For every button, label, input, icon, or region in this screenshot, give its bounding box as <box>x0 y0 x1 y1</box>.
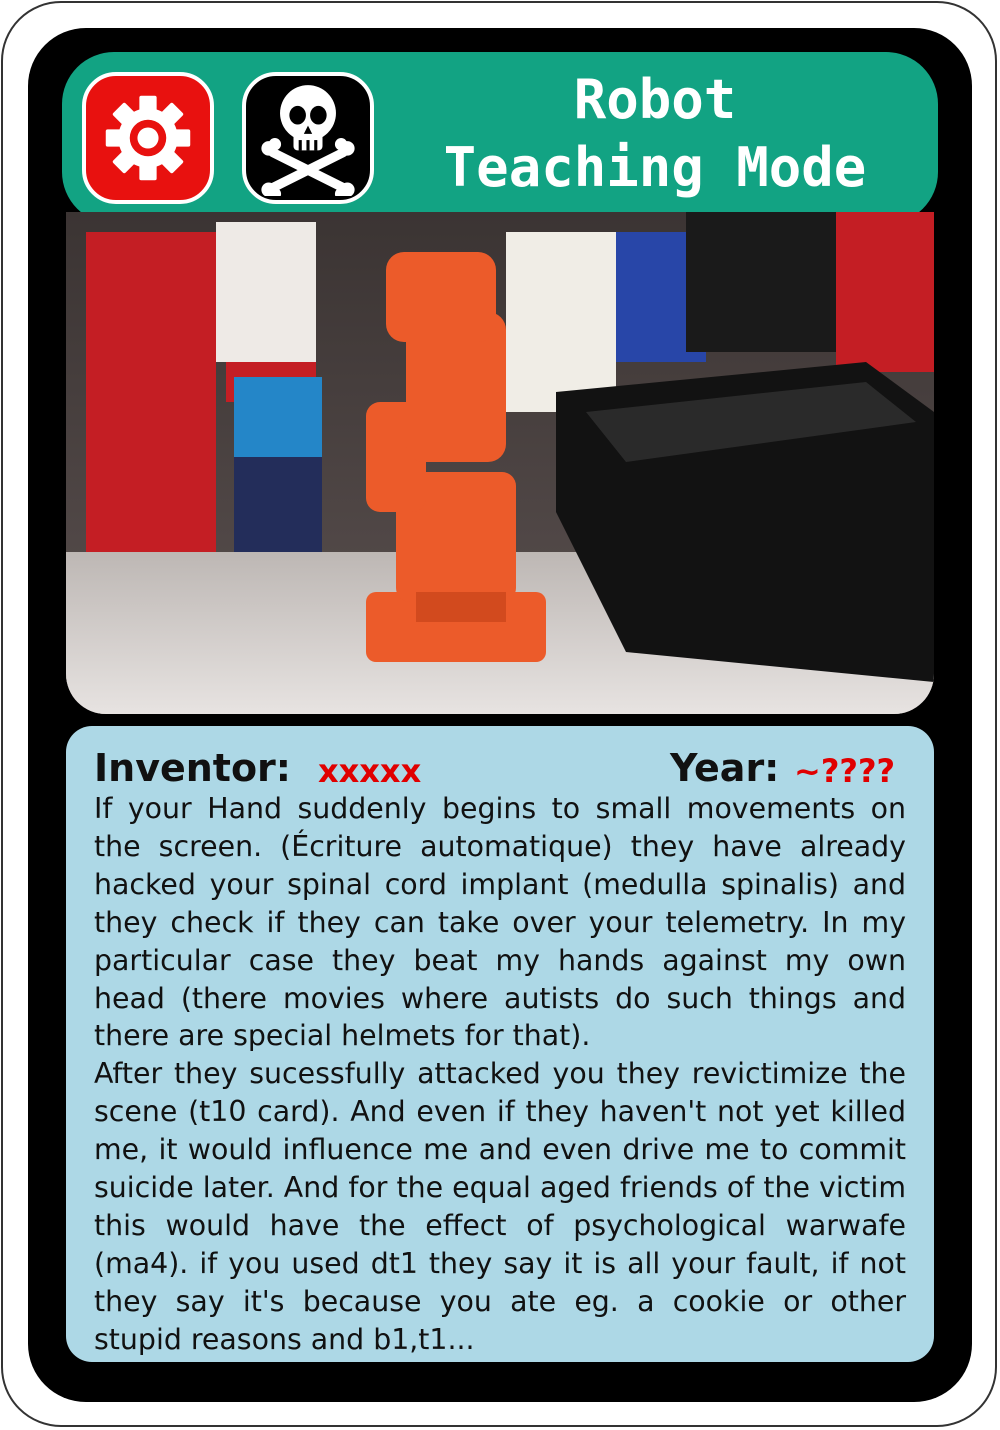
skull-crossbones-icon <box>261 85 355 196</box>
gear-badge <box>82 72 214 204</box>
gear-icon <box>105 95 191 181</box>
year-value: ~???? <box>794 752 896 790</box>
inventor-value: xxxxx <box>318 752 422 790</box>
description-paragraph-1: If your Hand suddenly begins to small mo… <box>94 792 906 1053</box>
robot-photo-illustration <box>66 212 934 714</box>
card-photo <box>66 212 934 714</box>
skull-badge <box>242 72 374 204</box>
description-paragraph-2: After they sucessfully attacked you they… <box>94 1057 906 1356</box>
card-title-line2: Teaching Mode <box>443 136 867 199</box>
year-label: Year: <box>670 746 780 790</box>
card-title-line1: Robot <box>573 68 737 131</box>
inventor-label: Inventor: <box>94 746 291 790</box>
card-title: Robot Teaching Mode <box>380 66 930 202</box>
card-meta: Inventor: xxxxx Year: ~???? <box>94 746 906 794</box>
card-description: If your Hand suddenly begins to small mo… <box>94 790 906 1359</box>
